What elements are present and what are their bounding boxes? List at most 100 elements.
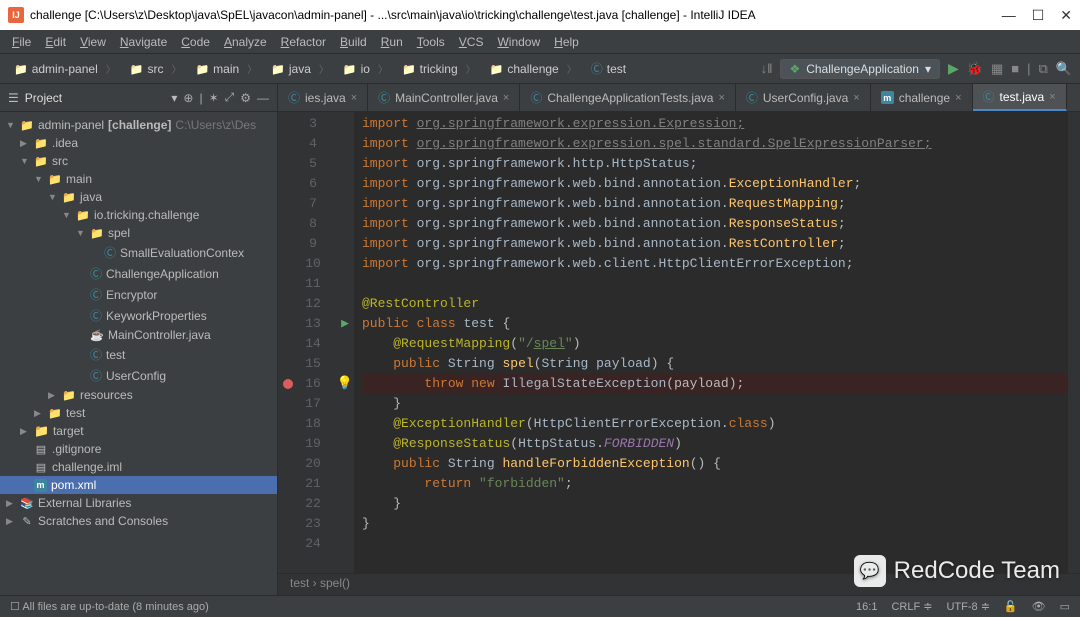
project-tool-window: ☰ Project ▾ ⊕ | ✶ ⤢ ⚙ — 📁admin-panel [ch… — [0, 84, 278, 595]
breadcrumb-item[interactable]: main — [189, 59, 263, 78]
breakpoint-icon[interactable] — [283, 379, 293, 389]
run-config-label: ChallengeApplication — [806, 62, 919, 76]
menu-window[interactable]: Window — [491, 33, 546, 51]
tree-item[interactable]: 📁resources — [0, 386, 277, 404]
run-configuration-selector[interactable]: ❖ ChallengeApplication ▾ — [780, 59, 940, 79]
menu-build[interactable]: Build — [334, 33, 373, 51]
tree-item[interactable]: ⒸEncryptor — [0, 284, 277, 305]
menu-view[interactable]: View — [74, 33, 112, 51]
app-icon: IJ — [8, 7, 24, 23]
close-tab-icon[interactable]: × — [351, 92, 357, 104]
project-panel-title[interactable]: Project — [25, 91, 166, 105]
breadcrumb-item[interactable]: src — [124, 59, 188, 78]
build-icon[interactable]: ↓‖ — [761, 61, 773, 76]
editor-tab[interactable]: ⒸMainController.java× — [368, 84, 520, 111]
close-tab-icon[interactable]: × — [853, 92, 859, 104]
close-tab-icon[interactable]: × — [1049, 91, 1055, 103]
code-content[interactable]: import org.springframework.expression.Ex… — [354, 112, 1068, 573]
minimize-button[interactable]: — — [1002, 7, 1016, 24]
inspection-indicator[interactable]: 👁 — [1032, 600, 1046, 613]
tree-item[interactable]: 📁main — [0, 170, 277, 188]
tree-item[interactable]: 📁io.tricking.challenge — [0, 206, 277, 224]
breadcrumb-item[interactable]: admin-panel — [8, 59, 122, 78]
editor-tabs: Ⓒies.java×ⒸMainController.java×ⒸChalleng… — [278, 84, 1080, 112]
menu-vcs[interactable]: VCS — [453, 33, 490, 51]
menu-code[interactable]: Code — [175, 33, 216, 51]
project-structure-button[interactable]: ⧉ — [1039, 61, 1048, 77]
memory-indicator[interactable]: ▭ — [1060, 600, 1070, 613]
breadcrumb-item[interactable]: io — [337, 59, 394, 78]
tree-item[interactable]: ⒸUserConfig — [0, 365, 277, 386]
breadcrumb: admin-panel src main java io tricking ch… — [8, 58, 761, 79]
menu-tools[interactable]: Tools — [411, 33, 451, 51]
menu-analyze[interactable]: Analyze — [218, 33, 273, 51]
close-tab-icon[interactable]: × — [955, 92, 961, 104]
tree-item[interactable]: 📁.idea — [0, 134, 277, 152]
dropdown-icon[interactable]: ▾ — [171, 91, 177, 105]
tree-item[interactable]: 📁test — [0, 404, 277, 422]
debug-button[interactable]: 🐞 — [967, 61, 983, 77]
close-tab-icon[interactable]: × — [718, 92, 724, 104]
maximize-button[interactable]: ☐ — [1032, 7, 1045, 24]
editor-tab[interactable]: ⒸChallengeApplicationTests.java× — [520, 84, 736, 111]
menu-help[interactable]: Help — [548, 33, 585, 51]
tree-item[interactable]: 📁src — [0, 152, 277, 170]
tree-item[interactable]: ⒸKeyworkProperties — [0, 305, 277, 326]
tree-item[interactable]: 📁spel — [0, 224, 277, 242]
icon-gutter[interactable]: ▶💡 — [336, 112, 354, 573]
window-titlebar: IJ challenge [C:\Users\z\Desktop\java\Sp… — [0, 0, 1080, 30]
menu-edit[interactable]: Edit — [39, 33, 72, 51]
close-button[interactable]: ✕ — [1060, 7, 1072, 24]
tree-item[interactable]: ⒸChallengeApplication — [0, 263, 277, 284]
breadcrumb-item[interactable]: java — [265, 59, 335, 78]
intention-bulb-icon[interactable]: 💡 — [337, 376, 353, 391]
editor-breadcrumb[interactable]: test › spel() — [278, 573, 1080, 595]
breadcrumb-item[interactable]: Ⓒ test — [585, 58, 640, 79]
navigation-bar: admin-panel src main java io tricking ch… — [0, 54, 1080, 84]
menu-navigate[interactable]: Navigate — [114, 33, 173, 51]
coverage-button[interactable]: ▦ — [991, 61, 1003, 77]
readonly-toggle[interactable]: 🔓 — [1004, 600, 1018, 613]
file-encoding[interactable]: UTF-8 ≑ — [946, 600, 989, 613]
line-separator[interactable]: CRLF ≑ — [891, 600, 932, 613]
expand-all-button[interactable]: ✶ — [209, 91, 219, 105]
tree-item[interactable]: ✎Scratches and Consoles — [0, 512, 277, 530]
breadcrumb-item[interactable]: challenge — [484, 59, 583, 78]
project-view-icon: ☰ — [8, 91, 19, 105]
code-editor[interactable]: 3456789101112131415161718192021222324 ▶💡… — [278, 112, 1080, 573]
tree-item[interactable]: 📁target — [0, 422, 277, 440]
toolbar-right: ↓‖ ❖ ChallengeApplication ▾ ▶ 🐞 ▦ ■ | ⧉ … — [761, 59, 1072, 79]
tree-item[interactable]: ▤challenge.iml — [0, 458, 277, 476]
search-everywhere-button[interactable]: 🔍 — [1056, 61, 1072, 77]
error-stripe[interactable] — [1068, 112, 1080, 573]
run-button[interactable]: ▶ — [948, 60, 959, 77]
breadcrumb-item[interactable]: tricking — [396, 59, 482, 78]
project-tree[interactable]: 📁admin-panel [challenge] C:\Users\z\Des📁… — [0, 112, 277, 595]
menu-bar: FileEditViewNavigateCodeAnalyzeRefactorB… — [0, 30, 1080, 54]
editor-tab[interactable]: mchallenge× — [871, 84, 973, 111]
collapse-all-button[interactable]: ⤢ — [225, 90, 235, 105]
settings-icon[interactable]: ⚙ — [240, 91, 251, 105]
run-gutter-icon[interactable]: ▶ — [341, 316, 349, 331]
tree-item[interactable]: Ⓒtest — [0, 344, 277, 365]
tree-item[interactable]: 📁java — [0, 188, 277, 206]
tree-item[interactable]: 📚External Libraries — [0, 494, 277, 512]
breakpoint-gutter[interactable] — [278, 112, 298, 573]
tree-item[interactable]: 📁admin-panel [challenge] C:\Users\z\Des — [0, 116, 277, 134]
vcs-status-icon[interactable]: ☐ — [10, 601, 20, 613]
stop-button[interactable]: ■ — [1011, 61, 1019, 76]
editor-tab[interactable]: Ⓒtest.java× — [973, 84, 1067, 111]
menu-refactor[interactable]: Refactor — [275, 33, 332, 51]
editor-tab[interactable]: Ⓒies.java× — [278, 84, 368, 111]
hide-button[interactable]: — — [257, 91, 269, 105]
close-tab-icon[interactable]: × — [503, 92, 509, 104]
tree-item[interactable]: mpom.xml — [0, 476, 277, 494]
caret-position[interactable]: 16:1 — [856, 601, 877, 613]
select-opened-file-button[interactable]: ⊕ — [183, 91, 193, 105]
tree-item[interactable]: ⒸSmallEvaluationContex — [0, 242, 277, 263]
menu-file[interactable]: File — [6, 33, 37, 51]
editor-tab[interactable]: ⒸUserConfig.java× — [736, 84, 871, 111]
menu-run[interactable]: Run — [375, 33, 409, 51]
tree-item[interactable]: ▤.gitignore — [0, 440, 277, 458]
tree-item[interactable]: ☕MainController.java — [0, 326, 277, 344]
